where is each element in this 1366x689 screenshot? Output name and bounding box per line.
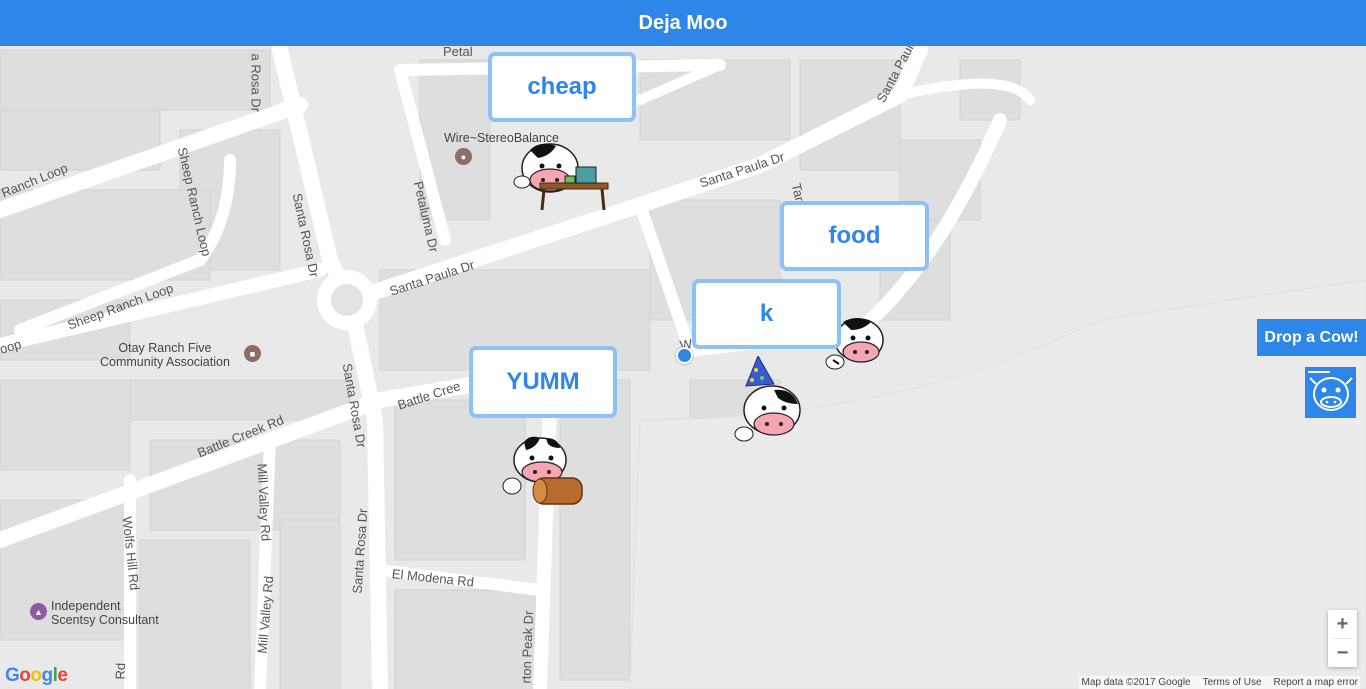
poi-community-icon[interactable]: ■	[244, 345, 261, 362]
cow-marker-party-icon[interactable]	[732, 356, 804, 448]
zoom-in-button[interactable]: +	[1328, 610, 1357, 638]
terms-link[interactable]: Terms of Use	[1203, 677, 1262, 688]
cow-bubble-cheap[interactable]: cheap	[488, 52, 636, 122]
road-label-rton-peak: rton Peak Dr	[518, 610, 537, 684]
cow-marker-desk-icon[interactable]	[510, 138, 612, 213]
poi-scentsy-label: Independent Scentsy Consultant	[51, 599, 159, 627]
map-attribution: Map data ©2017 Google Terms of Use Repor…	[1079, 676, 1360, 689]
map-data-text: Map data ©2017 Google	[1081, 677, 1191, 688]
cow-face-icon	[1307, 370, 1353, 411]
road-label-petal: Petal	[443, 46, 473, 59]
app-title: Deja Moo	[638, 11, 728, 34]
current-location-dot	[676, 347, 693, 364]
drop-cow-button[interactable]: Drop a Cow!	[1257, 319, 1366, 356]
zoom-control: + −	[1328, 610, 1357, 667]
cow-menu-button[interactable]	[1305, 367, 1356, 418]
report-error-link[interactable]: Report a map error	[1274, 677, 1358, 688]
poi-scentsy-line1: Independent	[51, 599, 121, 613]
map-canvas[interactable]: a Rosa Dr Santa Rosa Dr Santa Rosa Dr Sa…	[0, 46, 1366, 689]
poi-shopping-icon[interactable]: ▲	[30, 603, 47, 620]
cow-bubble-yumm[interactable]: YUMM	[469, 346, 617, 418]
road-label-santa-rosa-top: a Rosa Dr	[248, 53, 264, 113]
poi-scentsy-line2: Scentsy Consultant	[51, 613, 159, 627]
cow-bubble-food[interactable]: food	[780, 201, 929, 271]
poi-otay-line2: Community Association	[100, 355, 230, 369]
poi-store-icon[interactable]: ●	[455, 148, 472, 165]
cow-marker-bread-icon[interactable]	[500, 434, 588, 510]
road-label-rd-bottom: Rd	[112, 662, 129, 680]
poi-otay-label: Otay Ranch Five Community Association	[100, 341, 230, 369]
cow-bubble-k[interactable]: k	[692, 279, 841, 349]
google-logo[interactable]: Google	[5, 665, 68, 687]
zoom-out-button[interactable]: −	[1328, 639, 1357, 667]
app-header: Deja Moo	[0, 0, 1366, 46]
poi-otay-line1: Otay Ranch Five	[118, 341, 212, 355]
